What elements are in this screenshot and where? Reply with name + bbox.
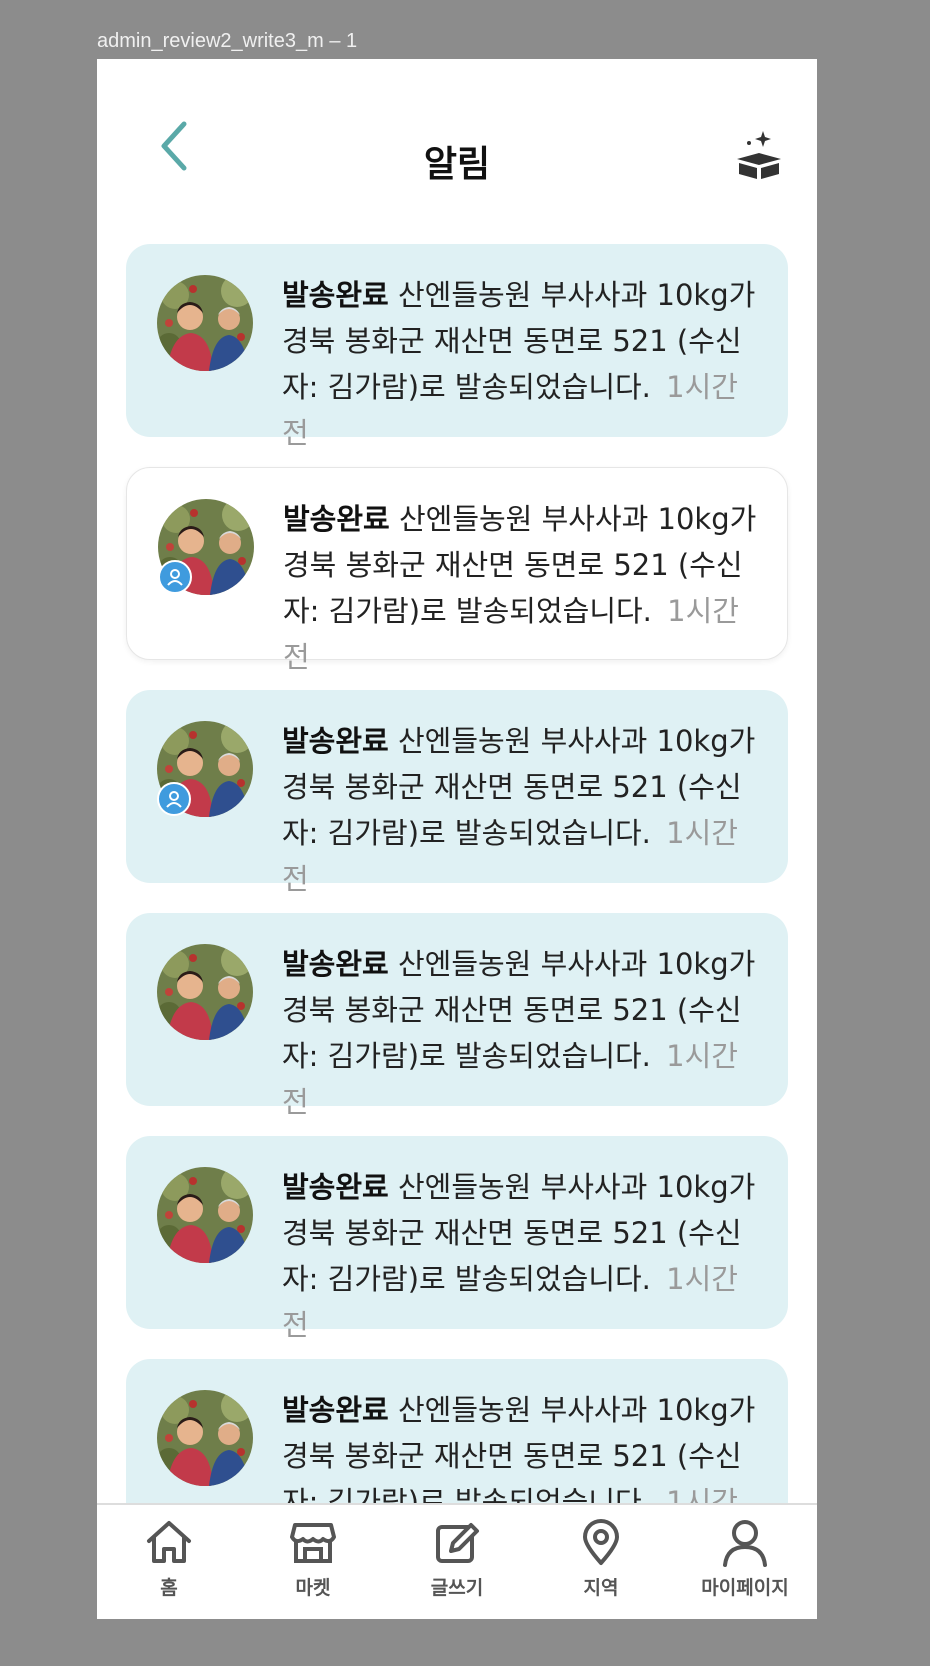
avatar	[157, 275, 253, 371]
nav-label: 마켓	[295, 1577, 331, 1599]
nav-item-user[interactable]: 마이페이지	[680, 1505, 810, 1619]
notification-card[interactable]: 발송완료 산엔들농원 부사사과 10kg가 경북 봉화군 재산면 동면로 521…	[126, 913, 788, 1119]
map-pin-icon	[583, 1519, 619, 1565]
user-icon	[723, 1520, 767, 1567]
edit-icon	[436, 1523, 479, 1563]
farmer-photo	[157, 275, 253, 371]
notification-status: 발송완료	[282, 724, 389, 758]
nav-label: 글쓰기	[430, 1577, 484, 1599]
notification-message: 발송완료 산엔들농원 부사사과 10kg가 경북 봉화군 재산면 동면로 521…	[282, 272, 762, 456]
notification-list: 발송완료 산엔들농원 부사사과 10kg가 경북 봉화군 재산면 동면로 521…	[126, 244, 788, 1582]
user-badge	[157, 782, 191, 816]
notification-message: 발송완료 산엔들농원 부사사과 10kg가 경북 봉화군 재산면 동면로 521…	[282, 1164, 762, 1348]
store-icon	[290, 1523, 336, 1563]
notification-status: 발송완료	[282, 1393, 389, 1427]
header: 알림	[97, 59, 817, 239]
user-icon	[166, 791, 182, 808]
notification-card[interactable]: 발송완료 산엔들농원 부사사과 10kg가 경북 봉화군 재산면 동면로 521…	[126, 467, 788, 674]
nav-label: 마이페이지	[701, 1577, 789, 1599]
notification-card[interactable]: 발송완료 산엔들농원 부사사과 10kg가 경북 봉화군 재산면 동면로 521…	[126, 244, 788, 450]
bottom-nav: 홈 마켓 글쓰기 지역 마이페이지	[97, 1503, 817, 1619]
notification-message: 발송완료 산엔들농원 부사사과 10kg가 경북 봉화군 재산면 동면로 521…	[282, 718, 762, 902]
frame-label: admin_review2_write3_m – 1	[97, 30, 358, 52]
notification-message: 발송완료 산엔들농원 부사사과 10kg가 경북 봉화군 재산면 동면로 521…	[283, 496, 763, 680]
notification-message: 발송완료 산엔들농원 부사사과 10kg가 경북 봉화군 재산면 동면로 521…	[282, 941, 762, 1125]
home-icon	[147, 1521, 191, 1563]
notification-status: 발송완료	[283, 502, 390, 536]
gift-box-sparkle-icon	[737, 131, 781, 179]
notification-card[interactable]: 발송완료 산엔들농원 부사사과 10kg가 경북 봉화군 재산면 동면로 521…	[126, 690, 788, 896]
farmer-photo	[157, 944, 253, 1040]
nav-item-edit[interactable]: 글쓰기	[392, 1505, 522, 1619]
notification-status: 발송완료	[282, 1170, 389, 1204]
farmer-photo	[157, 1167, 253, 1263]
nav-item-home[interactable]: 홈	[104, 1505, 234, 1619]
notification-card[interactable]: 발송완료 산엔들농원 부사사과 10kg가 경북 봉화군 재산면 동면로 521…	[126, 1136, 788, 1342]
nav-item-map-pin[interactable]: 지역	[536, 1505, 666, 1619]
avatar	[157, 1167, 253, 1263]
notification-status: 발송완료	[282, 947, 389, 981]
avatar	[157, 1390, 253, 1486]
user-badge	[158, 560, 192, 594]
phone-screen: 알림 발송완료 산엔들농원 부사사과 10kg가 경북 봉화군 재산면 동면로 …	[97, 59, 817, 1619]
farmer-photo	[157, 1390, 253, 1486]
notification-status: 발송완료	[282, 278, 389, 312]
nav-item-store[interactable]: 마켓	[248, 1505, 378, 1619]
user-icon	[167, 569, 183, 586]
nav-label: 지역	[583, 1577, 619, 1599]
gift-box-button[interactable]	[733, 129, 785, 187]
avatar	[157, 944, 253, 1040]
page-title: 알림	[423, 144, 491, 185]
nav-label: 홈	[160, 1577, 178, 1599]
